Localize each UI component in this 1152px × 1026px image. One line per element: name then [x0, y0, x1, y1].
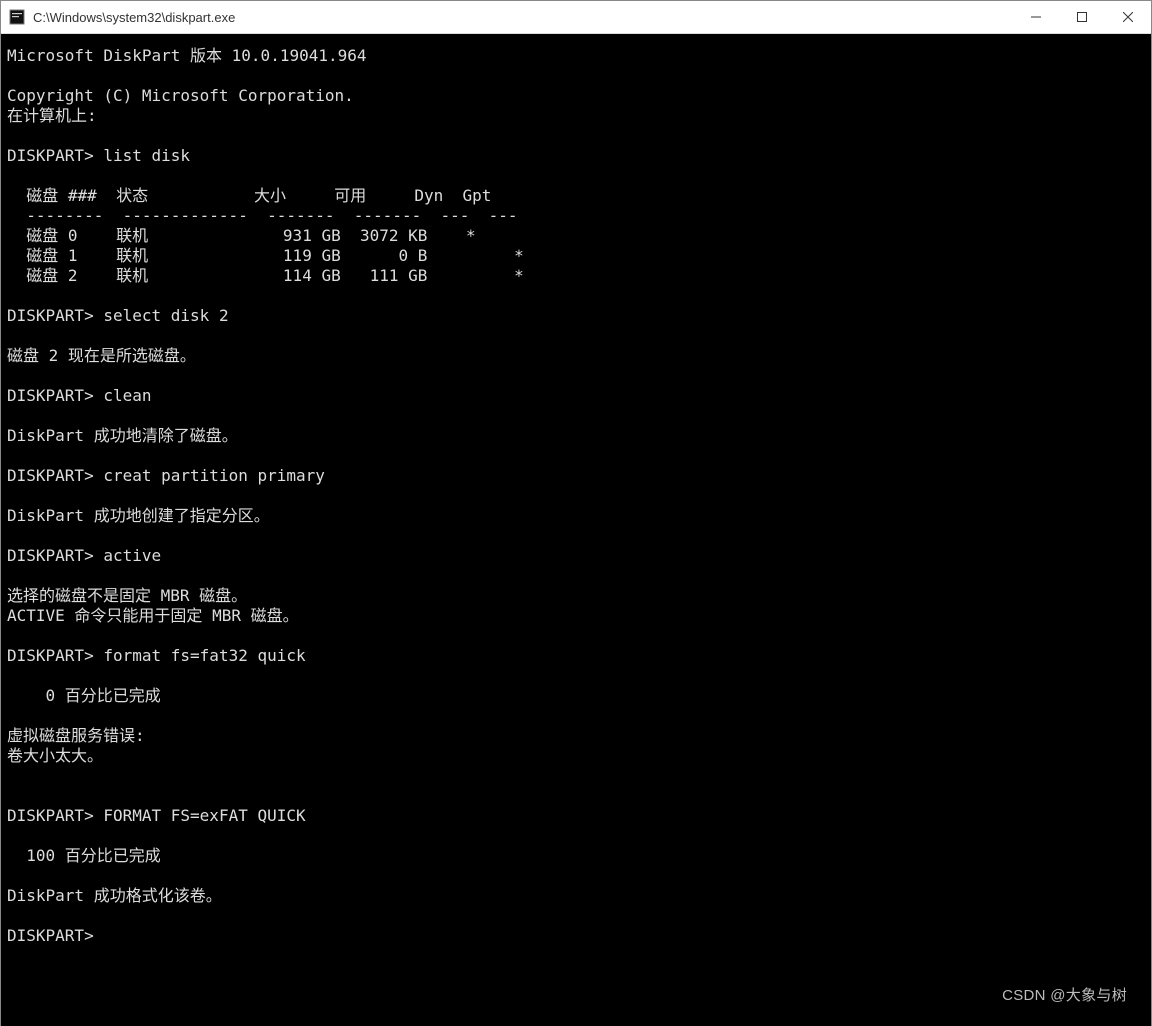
msg-format-ok: DiskPart 成功格式化该卷。: [7, 886, 222, 905]
prompt: DISKPART>: [7, 646, 94, 665]
prompt: DISKPART>: [7, 386, 94, 405]
cmd-format-exfat: FORMAT FS=exFAT QUICK: [103, 806, 305, 825]
cmd-clean: clean: [103, 386, 151, 405]
app-icon: [9, 9, 25, 25]
disk-row-0: 磁盘 0 联机 931 GB 3072 KB *: [7, 226, 476, 245]
prompt: DISKPART>: [7, 546, 94, 565]
progress-0: 0 百分比已完成: [7, 686, 161, 705]
minimize-button[interactable]: [1013, 1, 1059, 33]
prompt: DISKPART>: [7, 466, 94, 485]
cmd-select-disk: select disk 2: [103, 306, 228, 325]
window-title: C:\Windows\system32\diskpart.exe: [33, 10, 235, 25]
disk-row-1: 磁盘 1 联机 119 GB 0 B *: [7, 246, 524, 265]
prompt: DISKPART>: [7, 306, 94, 325]
msg-create: DiskPart 成功地创建了指定分区。: [7, 506, 270, 525]
cmd-active: active: [103, 546, 161, 565]
prompt: DISKPART>: [7, 806, 94, 825]
titlebar-left: C:\Windows\system32\diskpart.exe: [1, 9, 235, 25]
msg-vds-error-1: 虚拟磁盘服务错误:: [7, 726, 145, 745]
titlebar-controls: [1013, 1, 1151, 33]
line-on-computer: 在计算机上:: [7, 106, 106, 125]
cmd-format-fat32: format fs=fat32 quick: [103, 646, 305, 665]
msg-active-error-1: 选择的磁盘不是固定 MBR 磁盘。: [7, 586, 247, 605]
line-version: Microsoft DiskPart 版本 10.0.19041.964: [7, 46, 367, 65]
progress-100: 100 百分比已完成: [7, 846, 161, 865]
close-button[interactable]: [1105, 1, 1151, 33]
prompt: DISKPART>: [7, 146, 94, 165]
msg-active-error-2: ACTIVE 命令只能用于固定 MBR 磁盘。: [7, 606, 299, 625]
cmd-create-partition: creat partition primary: [103, 466, 325, 485]
app-window: C:\Windows\system32\diskpart.exe Microso…: [0, 0, 1152, 1026]
terminal-area[interactable]: Microsoft DiskPart 版本 10.0.19041.964 Cop…: [1, 34, 1151, 1026]
msg-vds-error-2: 卷大小太大。: [7, 746, 103, 765]
cmd-list-disk: list disk: [103, 146, 190, 165]
prompt: DISKPART>: [7, 926, 94, 945]
disk-row-2: 磁盘 2 联机 114 GB 111 GB *: [7, 266, 524, 285]
titlebar[interactable]: C:\Windows\system32\diskpart.exe: [1, 1, 1151, 34]
watermark: CSDN @大象与树: [1002, 986, 1127, 1006]
msg-selected: 磁盘 2 现在是所选磁盘。: [7, 346, 196, 365]
disk-table-header: 磁盘 ### 状态 大小 可用 Dyn Gpt: [7, 186, 491, 205]
disk-table-divider: -------- ------------- ------- ------- -…: [7, 206, 518, 225]
line-copyright: Copyright (C) Microsoft Corporation.: [7, 86, 354, 105]
msg-clean: DiskPart 成功地清除了磁盘。: [7, 426, 238, 445]
maximize-button[interactable]: [1059, 1, 1105, 33]
